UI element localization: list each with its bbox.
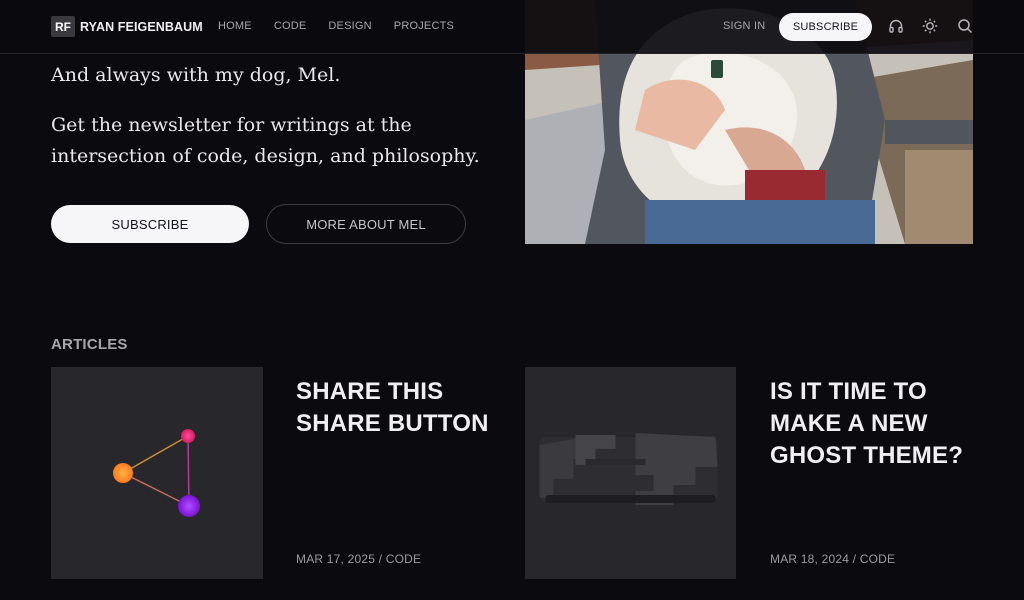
sun-icon[interactable] <box>922 18 938 34</box>
article-tag[interactable]: CODE <box>386 552 421 566</box>
article-tag[interactable]: CODE <box>860 552 895 566</box>
article-thumbnail-ghost-theme[interactable] <box>525 367 736 579</box>
article-date: MAR 17, 2025 <box>296 552 376 566</box>
articles-heading: ARTICLES <box>51 336 128 353</box>
article-title[interactable]: SHARE THIS SHARE BUTTON <box>296 376 496 440</box>
hero-dog-line: And always with my dog, Mel. <box>51 64 341 86</box>
article-date: MAR 18, 2024 <box>770 552 850 566</box>
nav-code[interactable]: CODE <box>274 20 307 32</box>
article-meta: MAR 17, 2025 / CODE <box>296 552 422 566</box>
site-logo[interactable]: RF RYAN FEIGENBAUM <box>51 16 203 37</box>
sign-in-link[interactable]: SIGN IN <box>723 20 765 32</box>
logo-name: RYAN FEIGENBAUM <box>80 19 203 34</box>
logo-mark: RF <box>51 16 75 37</box>
article-meta: MAR 18, 2024 / CODE <box>770 552 896 566</box>
nav-home[interactable]: HOME <box>218 20 252 32</box>
main-nav: HOME CODE DESIGN PROJECTS <box>218 20 476 32</box>
hero-newsletter-line: Get the newsletter for writings at the i… <box>51 114 480 167</box>
hero-subscribe-button[interactable]: SUBSCRIBE <box>51 205 249 243</box>
article-thumbnail-share-button[interactable] <box>51 367 263 579</box>
more-about-mel-button[interactable]: MORE ABOUT MEL <box>266 204 466 244</box>
headphones-icon[interactable] <box>888 18 904 34</box>
search-icon[interactable] <box>957 18 973 34</box>
nav-design[interactable]: DESIGN <box>328 20 371 32</box>
nav-projects[interactable]: PROJECTS <box>394 20 454 32</box>
header-subscribe-button[interactable]: SUBSCRIBE <box>779 13 872 41</box>
article-title[interactable]: IS IT TIME TO MAKE A NEW GHOST THEME? <box>770 376 970 472</box>
site-header: RF RYAN FEIGENBAUM HOME CODE DESIGN PROJ… <box>0 0 1024 54</box>
